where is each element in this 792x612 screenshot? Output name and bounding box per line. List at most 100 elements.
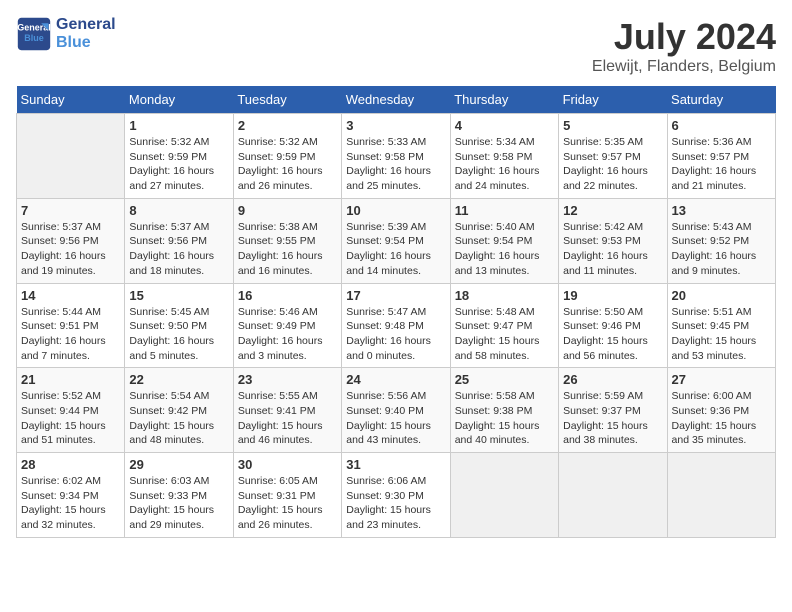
calendar-cell: 23 Sunrise: 5:55 AMSunset: 9:41 PMDaylig…	[233, 368, 341, 453]
day-number: 30	[238, 457, 337, 472]
day-info: Sunrise: 5:44 AMSunset: 9:51 PMDaylight:…	[21, 305, 120, 364]
calendar-cell	[450, 453, 558, 538]
day-header-tuesday: Tuesday	[233, 86, 341, 114]
calendar-cell: 30 Sunrise: 6:05 AMSunset: 9:31 PMDaylig…	[233, 453, 341, 538]
day-header-friday: Friday	[559, 86, 667, 114]
day-header-saturday: Saturday	[667, 86, 775, 114]
calendar-cell: 26 Sunrise: 5:59 AMSunset: 9:37 PMDaylig…	[559, 368, 667, 453]
day-info: Sunrise: 5:58 AMSunset: 9:38 PMDaylight:…	[455, 389, 554, 448]
day-number: 12	[563, 203, 662, 218]
day-number: 4	[455, 118, 554, 133]
calendar-cell: 22 Sunrise: 5:54 AMSunset: 9:42 PMDaylig…	[125, 368, 233, 453]
calendar-cell: 4 Sunrise: 5:34 AMSunset: 9:58 PMDayligh…	[450, 114, 558, 199]
day-info: Sunrise: 5:32 AMSunset: 9:59 PMDaylight:…	[238, 135, 337, 194]
day-info: Sunrise: 5:35 AMSunset: 9:57 PMDaylight:…	[563, 135, 662, 194]
logo-icon: General Blue	[16, 16, 52, 52]
calendar-cell: 11 Sunrise: 5:40 AMSunset: 9:54 PMDaylig…	[450, 198, 558, 283]
calendar-cell: 7 Sunrise: 5:37 AMSunset: 9:56 PMDayligh…	[17, 198, 125, 283]
day-number: 1	[129, 118, 228, 133]
day-info: Sunrise: 5:59 AMSunset: 9:37 PMDaylight:…	[563, 389, 662, 448]
calendar-cell: 19 Sunrise: 5:50 AMSunset: 9:46 PMDaylig…	[559, 283, 667, 368]
calendar-cell: 31 Sunrise: 6:06 AMSunset: 9:30 PMDaylig…	[342, 453, 450, 538]
day-info: Sunrise: 5:32 AMSunset: 9:59 PMDaylight:…	[129, 135, 228, 194]
calendar-cell: 13 Sunrise: 5:43 AMSunset: 9:52 PMDaylig…	[667, 198, 775, 283]
day-number: 26	[563, 372, 662, 387]
calendar-table: SundayMondayTuesdayWednesdayThursdayFrid…	[16, 86, 776, 538]
day-header-monday: Monday	[125, 86, 233, 114]
calendar-cell: 27 Sunrise: 6:00 AMSunset: 9:36 PMDaylig…	[667, 368, 775, 453]
title-block: July 2024 Elewijt, Flanders, Belgium	[592, 16, 776, 76]
calendar-cell: 18 Sunrise: 5:48 AMSunset: 9:47 PMDaylig…	[450, 283, 558, 368]
page-header: General Blue General Blue July 2024 Elew…	[16, 16, 776, 76]
day-number: 29	[129, 457, 228, 472]
day-header-sunday: Sunday	[17, 86, 125, 114]
day-info: Sunrise: 6:03 AMSunset: 9:33 PMDaylight:…	[129, 474, 228, 533]
day-info: Sunrise: 5:36 AMSunset: 9:57 PMDaylight:…	[672, 135, 771, 194]
day-number: 24	[346, 372, 445, 387]
day-info: Sunrise: 5:50 AMSunset: 9:46 PMDaylight:…	[563, 305, 662, 364]
calendar-cell	[17, 114, 125, 199]
day-info: Sunrise: 6:02 AMSunset: 9:34 PMDaylight:…	[21, 474, 120, 533]
calendar-cell: 2 Sunrise: 5:32 AMSunset: 9:59 PMDayligh…	[233, 114, 341, 199]
calendar-cell: 1 Sunrise: 5:32 AMSunset: 9:59 PMDayligh…	[125, 114, 233, 199]
day-info: Sunrise: 5:52 AMSunset: 9:44 PMDaylight:…	[21, 389, 120, 448]
day-info: Sunrise: 6:00 AMSunset: 9:36 PMDaylight:…	[672, 389, 771, 448]
day-number: 10	[346, 203, 445, 218]
day-info: Sunrise: 5:56 AMSunset: 9:40 PMDaylight:…	[346, 389, 445, 448]
day-number: 31	[346, 457, 445, 472]
day-info: Sunrise: 5:43 AMSunset: 9:52 PMDaylight:…	[672, 220, 771, 279]
month-year: July 2024	[592, 16, 776, 58]
week-row-1: 1 Sunrise: 5:32 AMSunset: 9:59 PMDayligh…	[17, 114, 776, 199]
day-info: Sunrise: 6:05 AMSunset: 9:31 PMDaylight:…	[238, 474, 337, 533]
day-number: 27	[672, 372, 771, 387]
day-info: Sunrise: 5:55 AMSunset: 9:41 PMDaylight:…	[238, 389, 337, 448]
day-number: 21	[21, 372, 120, 387]
day-info: Sunrise: 5:45 AMSunset: 9:50 PMDaylight:…	[129, 305, 228, 364]
day-number: 6	[672, 118, 771, 133]
calendar-cell: 12 Sunrise: 5:42 AMSunset: 9:53 PMDaylig…	[559, 198, 667, 283]
day-number: 15	[129, 288, 228, 303]
day-info: Sunrise: 5:37 AMSunset: 9:56 PMDaylight:…	[21, 220, 120, 279]
calendar-cell: 3 Sunrise: 5:33 AMSunset: 9:58 PMDayligh…	[342, 114, 450, 199]
calendar-cell: 21 Sunrise: 5:52 AMSunset: 9:44 PMDaylig…	[17, 368, 125, 453]
logo-line1: General	[56, 16, 116, 33]
calendar-cell	[667, 453, 775, 538]
calendar-cell: 15 Sunrise: 5:45 AMSunset: 9:50 PMDaylig…	[125, 283, 233, 368]
day-info: Sunrise: 5:33 AMSunset: 9:58 PMDaylight:…	[346, 135, 445, 194]
calendar-cell	[559, 453, 667, 538]
day-number: 13	[672, 203, 771, 218]
day-number: 7	[21, 203, 120, 218]
calendar-cell: 14 Sunrise: 5:44 AMSunset: 9:51 PMDaylig…	[17, 283, 125, 368]
calendar-cell: 24 Sunrise: 5:56 AMSunset: 9:40 PMDaylig…	[342, 368, 450, 453]
day-info: Sunrise: 5:37 AMSunset: 9:56 PMDaylight:…	[129, 220, 228, 279]
day-info: Sunrise: 5:38 AMSunset: 9:55 PMDaylight:…	[238, 220, 337, 279]
day-number: 5	[563, 118, 662, 133]
day-number: 19	[563, 288, 662, 303]
calendar-cell: 28 Sunrise: 6:02 AMSunset: 9:34 PMDaylig…	[17, 453, 125, 538]
calendar-cell: 5 Sunrise: 5:35 AMSunset: 9:57 PMDayligh…	[559, 114, 667, 199]
day-number: 18	[455, 288, 554, 303]
svg-text:Blue: Blue	[24, 33, 44, 43]
calendar-cell: 29 Sunrise: 6:03 AMSunset: 9:33 PMDaylig…	[125, 453, 233, 538]
day-number: 8	[129, 203, 228, 218]
day-number: 11	[455, 203, 554, 218]
week-row-2: 7 Sunrise: 5:37 AMSunset: 9:56 PMDayligh…	[17, 198, 776, 283]
calendar-header: SundayMondayTuesdayWednesdayThursdayFrid…	[17, 86, 776, 114]
day-number: 28	[21, 457, 120, 472]
day-info: Sunrise: 5:46 AMSunset: 9:49 PMDaylight:…	[238, 305, 337, 364]
calendar-cell: 6 Sunrise: 5:36 AMSunset: 9:57 PMDayligh…	[667, 114, 775, 199]
day-number: 25	[455, 372, 554, 387]
day-number: 22	[129, 372, 228, 387]
week-row-4: 21 Sunrise: 5:52 AMSunset: 9:44 PMDaylig…	[17, 368, 776, 453]
week-row-3: 14 Sunrise: 5:44 AMSunset: 9:51 PMDaylig…	[17, 283, 776, 368]
calendar-cell: 20 Sunrise: 5:51 AMSunset: 9:45 PMDaylig…	[667, 283, 775, 368]
day-number: 14	[21, 288, 120, 303]
calendar-cell: 25 Sunrise: 5:58 AMSunset: 9:38 PMDaylig…	[450, 368, 558, 453]
day-header-wednesday: Wednesday	[342, 86, 450, 114]
day-info: Sunrise: 5:34 AMSunset: 9:58 PMDaylight:…	[455, 135, 554, 194]
day-info: Sunrise: 5:47 AMSunset: 9:48 PMDaylight:…	[346, 305, 445, 364]
day-header-thursday: Thursday	[450, 86, 558, 114]
calendar-cell: 10 Sunrise: 5:39 AMSunset: 9:54 PMDaylig…	[342, 198, 450, 283]
day-info: Sunrise: 5:42 AMSunset: 9:53 PMDaylight:…	[563, 220, 662, 279]
calendar-cell: 17 Sunrise: 5:47 AMSunset: 9:48 PMDaylig…	[342, 283, 450, 368]
